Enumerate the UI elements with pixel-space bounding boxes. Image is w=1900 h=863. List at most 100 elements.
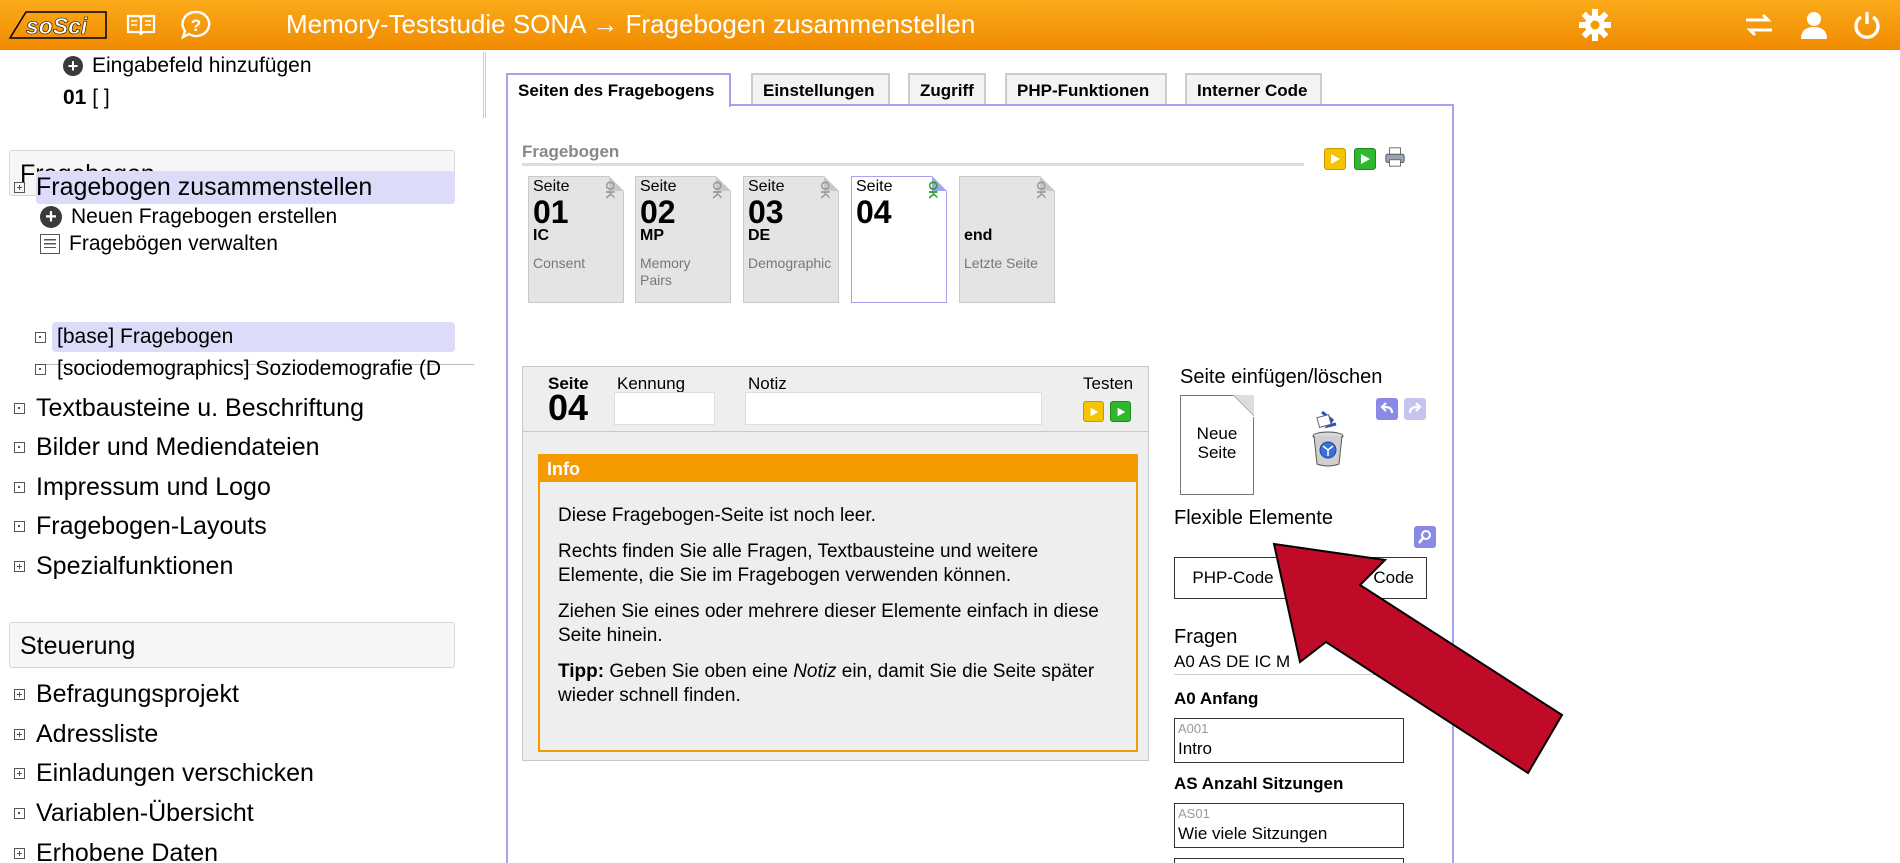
- ok-status-icon: OK: [1034, 181, 1048, 199]
- kennung-label: Kennung: [617, 374, 686, 393]
- nav-label: Erhobene Daten: [36, 839, 219, 863]
- nav-label: Fragebogen-Layouts: [36, 512, 267, 540]
- questionnaire-sociodemographics[interactable]: [sociodemographics] Soziodemografie (D: [35, 357, 455, 381]
- nav-fragebogen-layouts[interactable]: Fragebogen-Layouts: [14, 512, 267, 541]
- sidebar-splitter[interactable]: [483, 52, 486, 118]
- help-chat-icon[interactable]: ?: [179, 8, 213, 42]
- nav-label: Neuen Fragebogen erstellen: [71, 205, 338, 228]
- nav-label: Fragebögen verwalten: [69, 232, 278, 255]
- search-elements-icon[interactable]: [1414, 526, 1436, 548]
- question-group-a0[interactable]: A0 Anfang: [1174, 689, 1258, 709]
- questionnaire-base[interactable]: [base] Fragebogen: [35, 325, 233, 349]
- test-yellow-icon[interactable]: [1083, 401, 1104, 422]
- plus-circle-icon: +: [40, 206, 62, 228]
- nav-frageboegen-verwalten[interactable]: Fragebögen verwalten: [40, 232, 278, 256]
- tab-einstellungen[interactable]: Einstellungen: [751, 73, 890, 104]
- book-icon[interactable]: [124, 8, 158, 42]
- expand-icon: [14, 768, 25, 779]
- page-card-end[interactable]: end Letzte Seite OK: [959, 176, 1055, 303]
- undo-icon[interactable]: [1376, 398, 1398, 420]
- svg-text:?: ?: [191, 16, 201, 35]
- preview-green-icon[interactable]: [1354, 148, 1376, 170]
- question-item-a001[interactable]: A001 Intro: [1174, 718, 1404, 763]
- tab-zugriff[interactable]: Zugriff: [908, 73, 986, 104]
- code-element[interactable]: Code: [1309, 557, 1427, 599]
- info-box: Info Diese Fragebogen-Seite ist noch lee…: [538, 454, 1138, 752]
- ok-status-icon: OK: [926, 181, 940, 199]
- nav-spezialfunktionen[interactable]: Spezialfunktionen: [14, 552, 233, 581]
- collapse-icon: [14, 482, 25, 493]
- preview-yellow-icon[interactable]: [1324, 148, 1346, 170]
- nav-variablen[interactable]: Variablen-Übersicht: [14, 799, 254, 828]
- kennung-input[interactable]: [614, 392, 715, 425]
- redo-icon[interactable]: [1404, 398, 1426, 420]
- php-code-element[interactable]: PHP-Code: [1174, 557, 1292, 599]
- test-green-icon[interactable]: [1110, 401, 1131, 422]
- nav-impressum-logo[interactable]: Impressum und Logo: [14, 473, 271, 502]
- nav-befragungsprojekt[interactable]: Befragungsprojekt: [14, 680, 239, 709]
- nav-erhobene-daten[interactable]: Erhobene Daten: [14, 839, 218, 863]
- sosci-logo[interactable]: soSci: [6, 6, 110, 42]
- nav-fragebogen-zusammenstellen[interactable]: Fragebogen zusammenstellen: [14, 173, 372, 202]
- fragen-filter-list[interactable]: A0 AS DE IC M: [1174, 652, 1290, 672]
- tip-label: Tipp:: [558, 661, 605, 682]
- divider: [1174, 674, 1414, 675]
- tab-seiten[interactable]: Seiten des Fragebogens: [506, 73, 731, 107]
- new-page-label: Neue Seite: [1196, 424, 1238, 462]
- fragen-title: Fragen: [1174, 626, 1238, 648]
- page-code: IC: [533, 227, 549, 244]
- page-card-03[interactable]: Seite 03 DE Demographic OK: [743, 176, 839, 303]
- power-icon[interactable]: [1850, 8, 1884, 42]
- question-id: AS01: [1178, 806, 1210, 821]
- seite-number: 04: [548, 387, 589, 428]
- nav-einladungen[interactable]: Einladungen verschicken: [14, 759, 314, 788]
- questionnaire-label: Fragebogen: [522, 142, 620, 161]
- field-number: 01: [63, 86, 87, 109]
- info-text-1: Diese Fragebogen-Seite ist noch leer.: [558, 505, 876, 526]
- tab-interner-code[interactable]: Interner Code: [1185, 73, 1322, 104]
- page-number: 02: [640, 194, 676, 230]
- collapse-icon: [14, 403, 25, 414]
- notiz-input[interactable]: [745, 392, 1042, 425]
- nav-textbausteine[interactable]: Textbausteine u. Beschriftung: [14, 394, 364, 423]
- tip-text-a: Geben Sie oben eine: [604, 661, 794, 682]
- nav-label: Befragungsprojekt: [36, 680, 239, 708]
- nav-bilder-medien[interactable]: Bilder und Mediendateien: [14, 433, 320, 462]
- trash-icon[interactable]: [1308, 406, 1348, 470]
- page-card-02[interactable]: Seite 02 MP Memory Pairs OK: [635, 176, 731, 303]
- gear-icon[interactable]: [1578, 8, 1612, 42]
- nav-neuen-fragebogen[interactable]: + Neuen Fragebogen erstellen: [40, 205, 337, 229]
- page-card-01[interactable]: Seite 01 IC Consent OK: [528, 176, 624, 303]
- expand-icon: [14, 182, 25, 193]
- nav-label: Bilder und Mediendateien: [36, 433, 320, 461]
- info-title: Info: [540, 456, 1136, 482]
- page-card-04[interactable]: Seite 04 OK: [851, 176, 947, 303]
- ok-status-icon: OK: [818, 181, 832, 199]
- question-item[interactable]: [1174, 858, 1404, 863]
- user-icon[interactable]: [1797, 8, 1831, 42]
- nav-label: Einladungen verschicken: [36, 759, 314, 787]
- print-icon[interactable]: [1384, 146, 1406, 168]
- question-text: Wie viele Sitzungen: [1178, 824, 1328, 843]
- bullet-icon: [35, 331, 46, 343]
- info-tip: Tipp: Geben Sie oben eine Notiz ein, dam…: [558, 660, 1128, 708]
- notiz-label: Notiz: [748, 374, 787, 393]
- nav-label: Fragebogen zusammenstellen: [36, 173, 373, 201]
- top-bar: soSci ? Memory-Teststudie SONA → Fragebo…: [0, 0, 1900, 50]
- collapse-icon: [14, 442, 25, 453]
- field-value: [ ]: [92, 86, 110, 109]
- nav-label: Spezialfunktionen: [36, 552, 234, 580]
- tab-php-funktionen[interactable]: PHP-Funktionen: [1005, 73, 1167, 104]
- question-item-as01[interactable]: AS01 Wie viele Sitzungen: [1174, 803, 1404, 848]
- nav-label: [base] Fragebogen: [57, 325, 234, 348]
- section-steuerung[interactable]: Steuerung: [9, 622, 455, 668]
- switch-arrows-icon[interactable]: [1742, 8, 1776, 42]
- nav-adressliste[interactable]: Adressliste: [14, 720, 158, 749]
- page-fold: [1234, 395, 1254, 417]
- list-icon: [40, 234, 60, 254]
- expand-icon: [14, 689, 25, 700]
- page-number: 01: [533, 194, 569, 230]
- add-field-link[interactable]: + Eingabefeld hinzufügen: [63, 54, 312, 78]
- question-group-as[interactable]: AS Anzahl Sitzungen: [1174, 774, 1343, 794]
- collapse-icon: [14, 808, 25, 819]
